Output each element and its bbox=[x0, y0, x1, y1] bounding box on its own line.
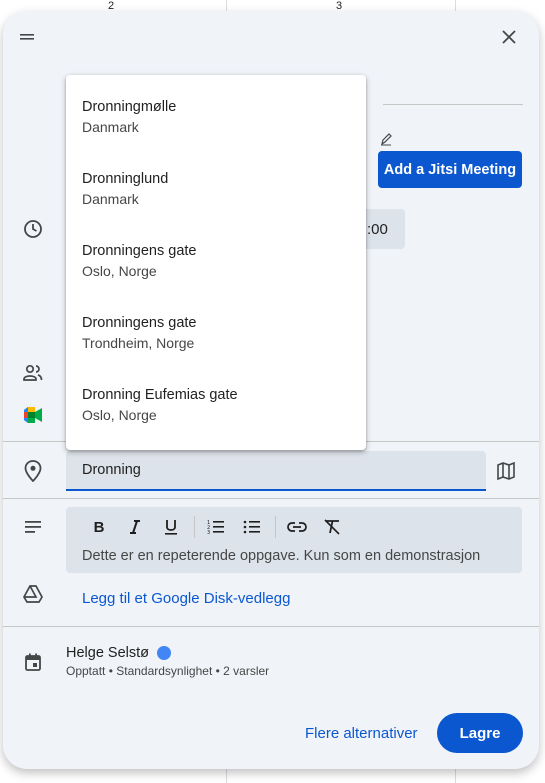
suggestion-title: Dronningens gate bbox=[82, 243, 197, 259]
link-icon[interactable] bbox=[287, 517, 307, 537]
suggestion-subtitle: Danmark bbox=[82, 191, 139, 207]
save-button[interactable]: Lagre bbox=[437, 713, 523, 753]
calendar-owner[interactable]: Helge Selstø bbox=[66, 645, 172, 661]
clear-formatting-icon[interactable] bbox=[322, 517, 342, 537]
suggestion-item[interactable]: Dronning Eufemias gate Oslo, Norge bbox=[66, 377, 366, 437]
map-icon[interactable] bbox=[494, 459, 518, 483]
people-icon bbox=[21, 361, 45, 385]
svg-text:3: 3 bbox=[207, 530, 210, 535]
calendar-color-dot bbox=[157, 646, 172, 660]
suggestion-title: Dronningmølle bbox=[82, 99, 177, 115]
pencil-icon bbox=[379, 131, 393, 147]
toolbar-divider bbox=[194, 516, 195, 538]
description-text: Dette er en repeterende oppgave. Kun som… bbox=[82, 548, 481, 564]
suggestion-title: Dronningens gate bbox=[82, 315, 197, 331]
more-options-button[interactable]: Flere alternativer bbox=[305, 725, 418, 742]
title-underline bbox=[383, 104, 523, 105]
event-dialog: Add a Jitsi Meeting :00 Dronning B 123 D… bbox=[3, 11, 539, 769]
numbered-list-icon[interactable]: 123 bbox=[206, 517, 226, 537]
suggestion-item[interactable]: Dronningmølle Danmark bbox=[66, 89, 366, 149]
location-pin-icon bbox=[21, 459, 45, 483]
italic-icon[interactable] bbox=[125, 517, 145, 537]
divider bbox=[3, 626, 539, 627]
clock-icon bbox=[21, 217, 45, 241]
suggestion-subtitle: Oslo, Norge bbox=[82, 407, 157, 423]
divider bbox=[3, 498, 539, 499]
description-editor[interactable]: B 123 Dette er en repeterende oppgave. K… bbox=[66, 507, 522, 573]
add-drive-attachment-link[interactable]: Legg til et Google Disk-vedlegg bbox=[82, 590, 290, 607]
drag-handle-icon[interactable] bbox=[15, 25, 39, 49]
bold-icon[interactable]: B bbox=[89, 517, 109, 537]
add-jitsi-meeting-button[interactable]: Add a Jitsi Meeting bbox=[378, 151, 522, 188]
suggestion-subtitle: Danmark bbox=[82, 119, 139, 135]
suggestion-title: Dronning Eufemias gate bbox=[82, 387, 238, 403]
bullet-list-icon[interactable] bbox=[242, 517, 262, 537]
description-icon bbox=[21, 515, 45, 539]
suggestion-item[interactable]: Dronningens gate Trondheim, Norge bbox=[66, 305, 366, 365]
underline-icon[interactable] bbox=[161, 517, 181, 537]
toolbar-divider bbox=[275, 516, 276, 538]
calendar-owner-details: Opptatt • Standardsynlighet • 2 varsler bbox=[66, 664, 270, 678]
suggestion-title: Dronninglund bbox=[82, 171, 169, 187]
location-input[interactable]: Dronning bbox=[66, 451, 486, 491]
calendar-icon bbox=[21, 650, 45, 674]
close-icon[interactable] bbox=[497, 25, 521, 49]
suggestion-subtitle: Trondheim, Norge bbox=[82, 335, 195, 351]
google-drive-icon bbox=[21, 582, 45, 606]
suggestion-item[interactable]: Dronninglund Danmark bbox=[66, 161, 366, 221]
suggestion-subtitle: Oslo, Norge bbox=[82, 263, 157, 279]
calendar-owner-name: Helge Selstø bbox=[66, 645, 150, 661]
suggestion-item[interactable]: Dronningens gate Oslo, Norge bbox=[66, 233, 366, 293]
location-suggestions-dropdown: Dronningmølle Danmark Dronninglund Danma… bbox=[66, 75, 366, 450]
google-meet-icon bbox=[21, 403, 45, 427]
